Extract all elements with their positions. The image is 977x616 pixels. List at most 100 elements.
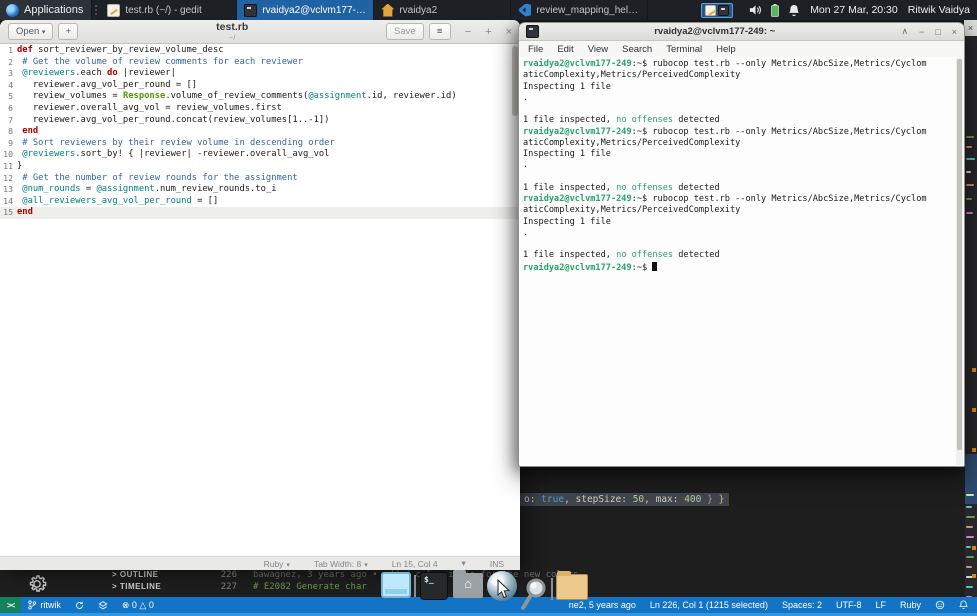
window-button[interactable]: rvaidya2 (374, 0, 512, 20)
sidebar-section-outline[interactable]: > OUTLINE (112, 570, 159, 579)
statusbar-item[interactable]: LF (868, 600, 893, 610)
problems-indicator[interactable]: ⊗ 0 △ 0 (115, 600, 161, 611)
terminal-cursor (652, 261, 658, 271)
terminal-line: aticComplexity,Metrics/PerceivedComplexi… (523, 70, 741, 81)
terminal-line: rvaidya2@vclvm177-249:~$ rubocop test.rb… (523, 59, 927, 69)
gedit-status-bar: Ruby ▾ Tab Width: 8 ▾ Ln 15, Col 4 ▾ INS (0, 556, 520, 570)
clock[interactable]: Mon 27 Mar, 20:30 (810, 4, 908, 16)
menu-view[interactable]: View (588, 44, 608, 55)
layers-button[interactable] (91, 600, 115, 610)
minimize-button[interactable]: − (465, 26, 471, 38)
terminal-line: aticComplexity,Metrics/PerceivedComplexi… (523, 137, 741, 148)
gedit-editor[interactable]: 1 def sort_reviewer_by_review_volume_desc… (0, 44, 520, 556)
system-tray (739, 0, 810, 20)
code-line[interactable]: 10 @reviewers.sort_by! { |reviewer| -rev… (0, 149, 520, 161)
maximize-button[interactable]: + (485, 26, 491, 38)
term-icon (244, 3, 258, 17)
code-line[interactable]: 2 # Get the volume of review comments fo… (0, 57, 520, 69)
statusbar-item[interactable]: Spaces: 2 (775, 600, 829, 610)
battery-icon[interactable] (771, 3, 780, 17)
terminal-icon (526, 25, 539, 38)
statusbar-item[interactable]: Ln 15, Col 4 (392, 559, 438, 569)
branch-icon (28, 600, 37, 610)
close-button[interactable]: × (506, 26, 512, 38)
menu-search[interactable]: Search (622, 44, 652, 55)
layers-icon (98, 600, 108, 609)
save-button[interactable]: Save (386, 23, 424, 40)
code-line[interactable]: 15 end (0, 207, 520, 219)
terminal-line: . (523, 227, 529, 238)
terminal-line: rvaidya2@vclvm177-249:~$ (523, 261, 960, 273)
panel-handle (92, 0, 100, 20)
status-right-items: ne2, 5 years ago Ln 226, Col 1 (1215 sele… (562, 600, 928, 610)
vscode-close-icon[interactable]: × (964, 20, 977, 36)
terminal-line: . (523, 160, 529, 171)
top-panel: Applications test.rb (~/) - gedit rvaidya… (0, 0, 977, 20)
code-line[interactable]: 9 # Sort reviewers by their review volum… (0, 138, 520, 150)
vscode-status-bar: >< ritwik ⊗ 0 △ 0 ne2, 5 years ago Ln 226… (0, 597, 977, 613)
statusbar-item[interactable]: Ruby ▾ (264, 559, 290, 569)
shade-button[interactable]: ∧ (901, 26, 908, 37)
sync-icon (75, 601, 83, 609)
code-line[interactable]: 8 end (0, 126, 520, 138)
window-button[interactable]: rvaidya2@vclvm177-24... (237, 0, 375, 20)
menu-help[interactable]: Help (716, 44, 736, 55)
code-line[interactable]: 1 def sort_reviewer_by_review_volume_desc (0, 45, 520, 57)
workspace-switcher[interactable] (701, 2, 734, 18)
bell-icon[interactable] (788, 4, 800, 17)
statusbar-item[interactable]: Ruby (893, 600, 928, 610)
vscode-minimap[interactable] (965, 36, 977, 598)
sync-button[interactable] (68, 601, 91, 610)
sidebar-section-timeline[interactable]: > TIMELINE (112, 582, 161, 591)
terminal-line: 1 file inspected, no offenses detected (523, 115, 720, 126)
statusbar-item[interactable]: ne2, 5 years ago (562, 600, 643, 610)
code-line[interactable]: 14 @all_reviewers_avg_vol_per_round = [] (0, 196, 520, 208)
terminal-output[interactable]: rvaidya2@vclvm177-249:~$ rubocop test.rb… (519, 57, 964, 466)
code-line[interactable]: 12 # Get the number of review rounds for… (0, 173, 520, 185)
terminal-scrollbar[interactable] (956, 58, 963, 465)
notifications-button[interactable] (952, 600, 977, 610)
open-button[interactable]: Open ▾ (8, 23, 54, 40)
code-line[interactable]: 4 reviewer.avg_vol_per_round = [] (0, 80, 520, 92)
terminal-window: rvaidya2@vclvm177-249: ~ ∧ − □ × File Edi… (518, 22, 965, 467)
code-line[interactable]: 11} (0, 161, 520, 173)
vscode-selected-code-line[interactable]: o: true, stepSize: 50, max: 400 } } (519, 493, 730, 506)
speaker-icon[interactable] (749, 4, 762, 16)
statusbar-item[interactable]: Tab Width: 8 ▾ (314, 559, 368, 569)
window-button[interactable]: review_mapping_helper.... (511, 0, 649, 20)
remote-indicator[interactable]: >< (0, 597, 22, 613)
terminal-line: rvaidya2@vclvm177-249:~$ rubocop test.rb… (523, 126, 927, 137)
feedback-button[interactable] (928, 600, 952, 610)
user-name[interactable]: Ritwik Vaidya (908, 4, 977, 16)
code-line[interactable]: 5 review_volumes = Response.volume_of_re… (0, 91, 520, 103)
terminal-line: 1 file inspected, no offenses detected (523, 250, 720, 261)
code-line[interactable]: 7 reviewer.avg_vol_per_round.concat(revi… (0, 115, 520, 127)
maximize-button[interactable]: □ (935, 27, 940, 37)
gear-icon[interactable] (26, 573, 48, 595)
code-icon (518, 3, 532, 17)
menu-file[interactable]: File (528, 44, 543, 55)
menu-terminal[interactable]: Terminal (666, 44, 702, 55)
git-branch-indicator[interactable]: ritwik (21, 600, 68, 610)
code-comment-line[interactable]: # E2082 Generate char (253, 582, 367, 592)
menu-edit[interactable]: Edit (557, 44, 573, 55)
menu-button[interactable]: ≡ (428, 23, 451, 40)
minimize-button[interactable]: − (919, 27, 924, 37)
statusbar-item[interactable]: ▾ (462, 558, 466, 569)
gedit-icon (107, 3, 121, 17)
code-line[interactable]: 6 reviewer.overall_avg_vol = review_volu… (0, 103, 520, 115)
terminal-line: rvaidya2@vclvm177-249:~$ rubocop test.rb… (523, 194, 927, 204)
terminal-icon (718, 4, 730, 16)
terminal-titlebar[interactable]: rvaidya2@vclvm177-249: ~ ∧ − □ × (519, 23, 964, 41)
code-line[interactable]: 3 @reviewers.each do |reviewer| (0, 68, 520, 80)
terminal-line: Inspecting 1 file (523, 149, 611, 159)
statusbar-item[interactable]: INS (490, 559, 504, 569)
window-button[interactable]: test.rb (~/) - gedit (100, 0, 238, 20)
statusbar-item[interactable]: Ln 226, Col 1 (1215 selected) (643, 600, 775, 610)
statusbar-item[interactable]: UTF-8 (829, 600, 869, 610)
code-line[interactable]: 13 @num_rounds = @assignment.num_review_… (0, 184, 520, 196)
close-button[interactable]: × (952, 27, 957, 37)
applications-menu-button[interactable]: Applications (0, 0, 93, 20)
new-tab-button[interactable]: + (58, 23, 79, 40)
